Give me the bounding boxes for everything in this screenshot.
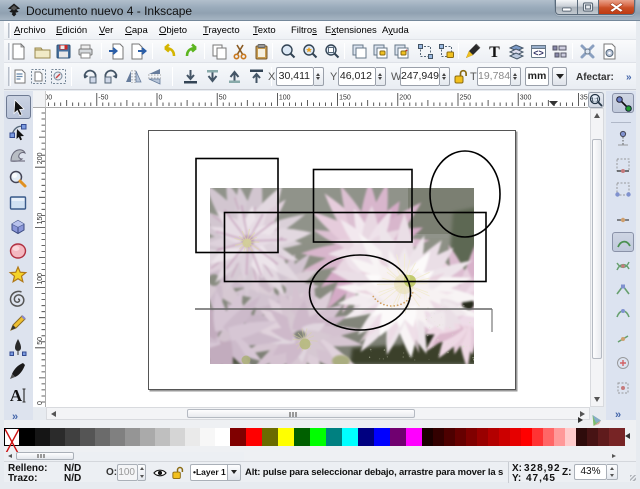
svg-text:0: 0 <box>159 95 163 102</box>
svg-text:150: 150 <box>37 213 44 225</box>
svg-text:50: 50 <box>37 337 44 345</box>
svg-text:50: 50 <box>219 95 227 102</box>
svg-text:-100: -100 <box>46 95 52 102</box>
svg-text:T: T <box>489 44 500 60</box>
svg-text:250: 250 <box>460 95 472 102</box>
svg-text:-50: -50 <box>98 95 108 102</box>
svg-text:A: A <box>10 386 23 405</box>
svg-text:350: 350 <box>580 95 588 102</box>
svg-text:100: 100 <box>279 95 291 102</box>
svg-text:<>: <> <box>533 48 544 58</box>
svg-text:200: 200 <box>399 95 411 102</box>
svg-text:300: 300 <box>520 95 532 102</box>
svg-text:150: 150 <box>339 95 351 102</box>
svg-text:100: 100 <box>37 273 44 285</box>
svg-text:0: 0 <box>37 401 44 405</box>
svg-text:1:1: 1:1 <box>591 98 599 104</box>
svg-text:200: 200 <box>37 152 44 164</box>
